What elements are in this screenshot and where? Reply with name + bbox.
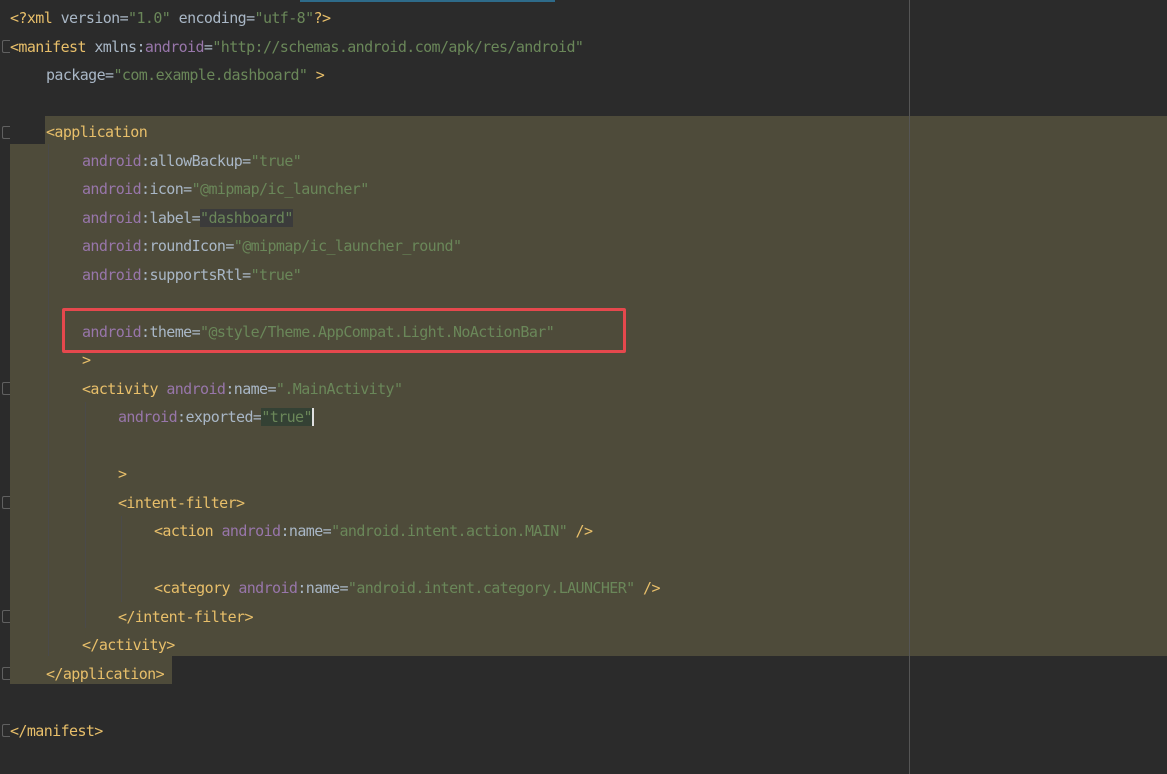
code-line[interactable]: android:icon="@mipmap/ic_launcher" <box>82 175 369 203</box>
code-token: <intent-filter> <box>118 493 245 512</box>
fold-marker-icon[interactable] <box>2 40 10 53</box>
code-line[interactable]: <activity android:name=".MainActivity" <box>82 375 403 403</box>
code-token: :name= <box>280 522 332 540</box>
code-token: > <box>82 351 91 369</box>
fold-marker-icon[interactable] <box>2 724 10 737</box>
code-token: <action <box>154 522 222 540</box>
indent-guide <box>48 144 49 656</box>
code-token: <application <box>46 123 148 141</box>
code-token: "true" <box>250 151 302 170</box>
code-token: ?> <box>313 9 331 27</box>
fold-marker-icon[interactable] <box>2 126 10 139</box>
code-token: > <box>118 465 127 483</box>
fold-marker-icon[interactable] <box>2 382 10 395</box>
code-token: </intent-filter> <box>118 607 254 626</box>
scroll-indicator <box>300 0 555 2</box>
code-token: "android.intent.action.MAIN" <box>331 522 568 540</box>
fold-marker-icon[interactable] <box>2 610 10 623</box>
code-token: </manifest> <box>10 721 103 740</box>
code-token: android <box>118 408 178 426</box>
code-token: <?xml <box>10 9 61 27</box>
code-token: "utf-8" <box>254 9 315 27</box>
code-token: "true" <box>261 408 313 426</box>
code-line[interactable]: <intent-filter> <box>118 489 245 517</box>
code-token: </application> <box>46 664 165 683</box>
code-token: ".MainActivity" <box>275 379 403 398</box>
code-token: xmlns: <box>94 37 145 56</box>
code-token: <manifest <box>10 37 95 56</box>
code-token: package= <box>46 66 114 84</box>
code-token: :exported= <box>177 408 262 426</box>
code-line[interactable]: <action android:name="android.intent.act… <box>154 517 593 545</box>
code-line[interactable]: <manifest xmlns:android="http://schemas.… <box>10 33 584 61</box>
code-token: "@mipmap/ic_launcher" <box>191 180 370 198</box>
code-line[interactable]: <category android:name="android.intent.c… <box>154 574 660 602</box>
code-line[interactable]: android:label="dashboard" <box>82 204 293 232</box>
code-line[interactable]: <?xml version="1.0" encoding="utf-8"?> <box>10 4 331 32</box>
indent-guide <box>121 516 122 602</box>
code-token: android <box>82 208 142 227</box>
code-token: :name= <box>297 579 348 597</box>
code-line[interactable]: package="com.example.dashboard" > <box>46 61 325 89</box>
code-token: "@mipmap/ic_launcher_round" <box>233 237 462 255</box>
code-line[interactable]: </application> <box>46 660 165 688</box>
indent-guide <box>85 402 86 628</box>
code-token: android <box>82 237 142 255</box>
code-token: android <box>82 265 142 284</box>
code-token: android <box>82 180 142 198</box>
code-line[interactable]: </intent-filter> <box>118 603 254 631</box>
code-line[interactable]: android:roundIcon="@mipmap/ic_launcher_r… <box>82 232 462 260</box>
code-token: :allowBackup= <box>141 151 251 170</box>
code-token: :icon= <box>141 180 192 198</box>
code-token: /> <box>634 579 660 597</box>
code-token: android <box>238 579 298 597</box>
code-line[interactable]: android:allowBackup="true" <box>82 147 302 175</box>
code-token: android <box>221 522 281 540</box>
code-token: :supportsRtl= <box>141 265 251 284</box>
code-line[interactable]: > <box>118 460 127 488</box>
code-line[interactable]: <application <box>46 118 148 146</box>
fold-marker-icon[interactable] <box>2 667 10 680</box>
code-token: "com.example.dashboard" <box>113 66 308 84</box>
code-token: "true" <box>250 265 302 284</box>
code-token: "dashboard" <box>200 208 293 227</box>
code-line[interactable]: android:exported="true" <box>118 403 314 431</box>
code-token: encoding= <box>170 9 255 27</box>
text-cursor <box>311 408 314 426</box>
code-token: > <box>307 66 325 84</box>
code-token: android <box>144 37 205 56</box>
code-token: </activity> <box>82 636 175 654</box>
code-editor[interactable]: <?xml version="1.0" encoding="utf-8"?> <m… <box>0 0 1167 774</box>
code-token: :label= <box>141 208 201 227</box>
code-line[interactable]: </activity> <box>82 631 175 659</box>
annotation-highlight-box <box>62 308 626 353</box>
code-token: <category <box>154 579 239 597</box>
fold-marker-icon[interactable] <box>2 496 10 509</box>
code-token: android <box>82 151 142 170</box>
selection-highlight <box>45 116 1167 144</box>
code-token: version= <box>60 9 129 27</box>
right-margin-guide <box>909 0 910 774</box>
code-token: :name= <box>225 379 276 398</box>
code-token: "1.0" <box>128 9 171 27</box>
code-token: :roundIcon= <box>141 237 234 255</box>
code-token: <activity <box>82 379 167 398</box>
code-token: "http://schemas.android.com/apk/res/andr… <box>212 37 584 56</box>
code-token: /> <box>567 522 593 540</box>
code-line[interactable]: </manifest> <box>10 717 103 745</box>
code-token: android <box>166 379 226 398</box>
code-token: "android.intent.category.LAUNCHER" <box>347 579 635 597</box>
code-line[interactable]: android:supportsRtl="true" <box>82 261 302 289</box>
